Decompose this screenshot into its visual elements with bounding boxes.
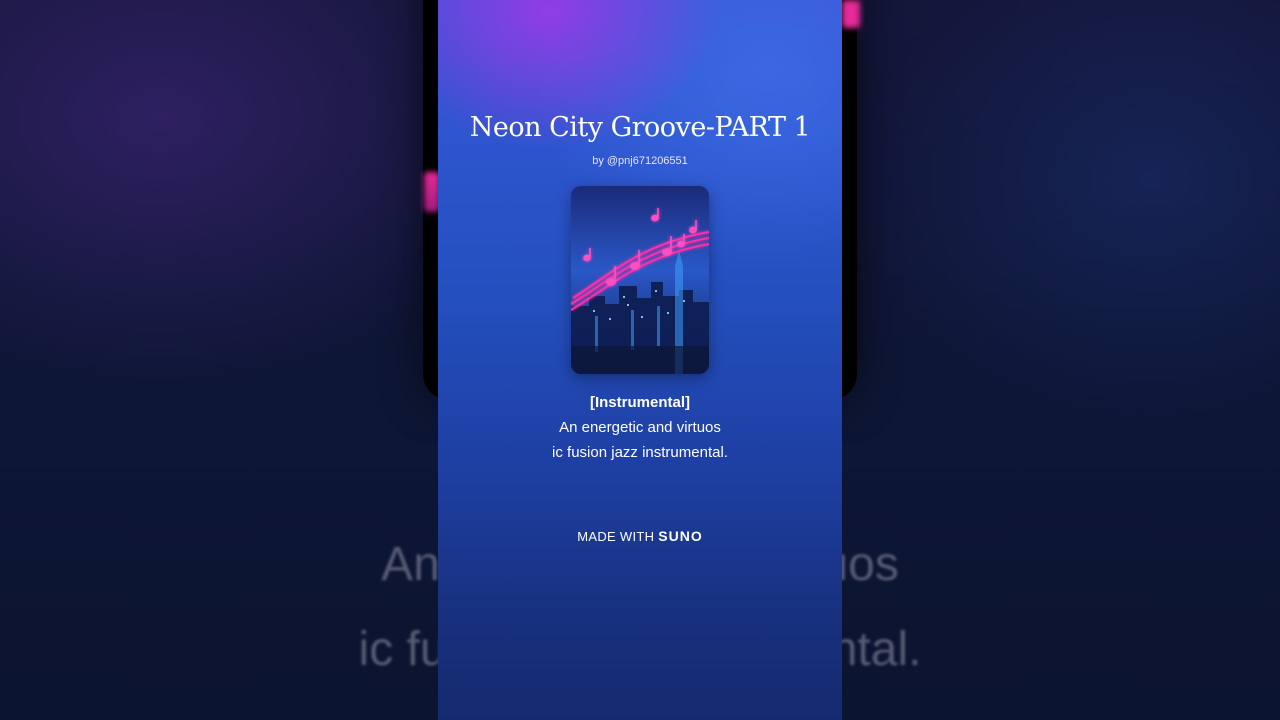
video-panel: Neon City Groove-PART 1 by @pnj671206551 [438, 0, 842, 720]
lyric-line: ic fusion jazz instrumental. [552, 444, 728, 461]
lyric-line: An energetic and virtuos [559, 419, 721, 436]
suno-logo-text: SUNO [658, 528, 703, 544]
song-title: Neon City Groove-PART 1 [469, 112, 811, 143]
lyrics-block: [Instrumental] An energetic and virtuos … [438, 390, 842, 465]
artist-byline: by @pnj671206551 [592, 155, 688, 167]
made-with-label: MADE WITH [577, 529, 655, 544]
made-with-suno-badge: MADE WITH SUNO [438, 528, 842, 544]
backdrop-neon-glow [842, 0, 860, 28]
album-artwork [571, 186, 709, 374]
lyric-line: [Instrumental] [589, 394, 690, 411]
